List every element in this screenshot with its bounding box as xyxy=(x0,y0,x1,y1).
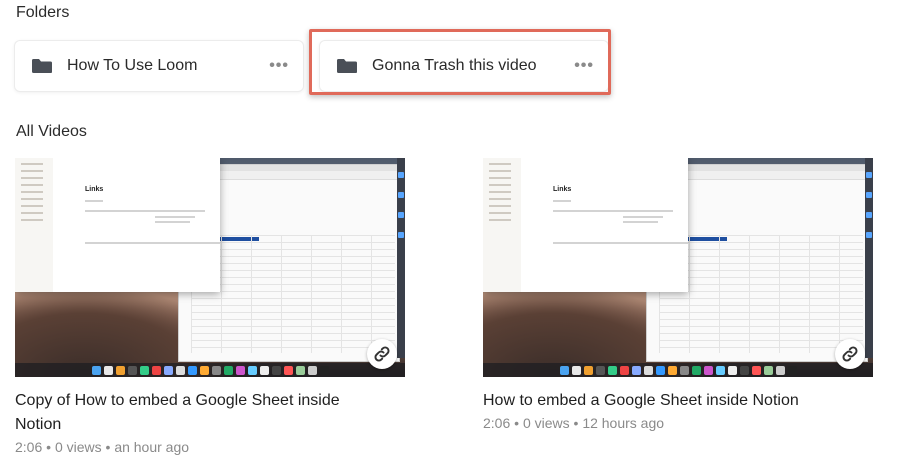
thumbnail-dock xyxy=(15,363,405,377)
video-duration: 2:06 xyxy=(483,415,511,431)
video-age: 12 hours ago xyxy=(582,415,665,431)
folder-name: How To Use Loom xyxy=(67,57,198,74)
video-thumbnail[interactable]: Links xyxy=(483,158,873,377)
folder-icon xyxy=(31,58,53,74)
thumbnail-text: Links xyxy=(553,186,572,193)
video-card[interactable]: Links Copy of How to embed a Google Shee… xyxy=(15,158,405,455)
video-card[interactable]: Links How to embed a Google Sheet inside… xyxy=(483,158,873,431)
link-icon[interactable] xyxy=(367,339,397,369)
video-age: an hour ago xyxy=(114,439,190,455)
highlight-annotation-box xyxy=(309,29,611,95)
thumbnail-text: Links xyxy=(85,186,104,193)
video-title[interactable]: Copy of How to embed a Google Sheet insi… xyxy=(15,389,385,437)
video-title[interactable]: How to embed a Google Sheet inside Notio… xyxy=(483,389,853,413)
thumbnail-notion-window: Links xyxy=(15,158,220,292)
folder-card-how-to-use-loom[interactable]: How To Use Loom ••• xyxy=(14,40,304,92)
link-icon[interactable] xyxy=(835,339,865,369)
thumbnail-notion-window: Links xyxy=(483,158,688,292)
video-meta: 2:06 • 0 views • 12 hours ago xyxy=(483,415,665,431)
folders-section-title: Folders xyxy=(16,4,70,21)
video-duration: 2:06 xyxy=(15,439,43,455)
more-options-icon[interactable]: ••• xyxy=(269,57,289,75)
video-views: 0 views xyxy=(522,415,570,431)
video-thumbnail[interactable]: Links xyxy=(15,158,405,377)
thumbnail-dock xyxy=(483,363,873,377)
videos-section-title: All Videos xyxy=(16,123,87,140)
video-meta: 2:06 • 0 views • an hour ago xyxy=(15,439,190,455)
video-views: 0 views xyxy=(54,439,102,455)
